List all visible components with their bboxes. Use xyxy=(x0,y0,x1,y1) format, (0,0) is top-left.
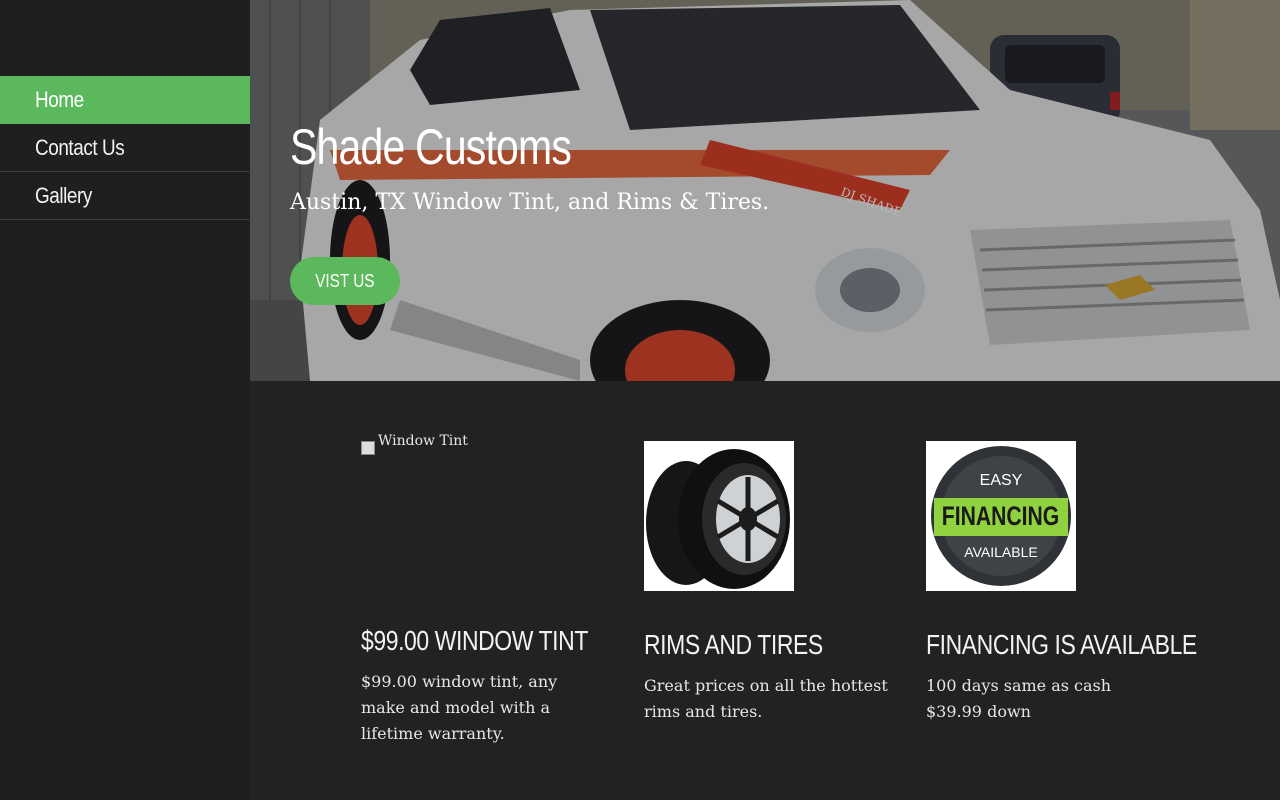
visit-us-button[interactable]: VIST US xyxy=(290,257,400,305)
badge-line-3: AVAILABLE xyxy=(964,544,1037,560)
feature-line: 100 days same as cash xyxy=(926,676,1112,695)
badge-line-1: EASY xyxy=(980,472,1023,489)
feature-line: $39.99 down xyxy=(926,702,1031,721)
feature-description: 100 days same as cash $39.99 down xyxy=(926,673,1171,725)
broken-image-icon xyxy=(361,441,375,455)
feature-rims-and-tires: RIMS AND TIRES Great prices on all the h… xyxy=(644,441,894,725)
feature-title: RIMS AND TIRES xyxy=(644,629,823,660)
sidebar: Home Contact Us Gallery xyxy=(0,0,250,800)
nav-item-label: Gallery xyxy=(35,183,92,208)
feature-description: $99.00 window tint, any make and model w… xyxy=(361,672,558,743)
easy-financing-badge: EASY FINANCING AVAILABLE xyxy=(926,441,1076,591)
nav-item-home[interactable]: Home xyxy=(0,76,250,124)
visit-us-button-label: VIST US xyxy=(315,270,375,291)
feature-description: Great prices on all the hottest rims and… xyxy=(644,676,888,721)
rims-and-tires-image xyxy=(644,441,794,591)
nav-item-gallery[interactable]: Gallery xyxy=(0,172,250,220)
feature-title: $99.00 WINDOW TINT xyxy=(361,625,588,656)
site-tagline: Austin, TX Window Tint, and Rims & Tires… xyxy=(290,190,770,215)
features-section: Window Tint $99.00 WINDOW TINT $99.00 wi… xyxy=(250,381,1280,800)
site-title: Shade Customs xyxy=(290,119,572,175)
feature-financing: EASY FINANCING AVAILABLE FINANCING IS AV… xyxy=(926,441,1197,725)
feature-title: FINANCING IS AVAILABLE xyxy=(926,629,1197,660)
window-tint-image-alt: Window Tint xyxy=(378,433,468,449)
badge-line-2: FINANCING xyxy=(942,502,1059,532)
nav-item-contact-us[interactable]: Contact Us xyxy=(0,124,250,172)
main-nav: Home Contact Us Gallery xyxy=(0,76,250,220)
nav-item-label: Contact Us xyxy=(35,135,125,160)
feature-window-tint: Window Tint $99.00 WINDOW TINT $99.00 wi… xyxy=(361,433,611,747)
nav-item-label: Home xyxy=(35,87,84,112)
hero-banner: DJ SHADE Shade Customs Austin, TX Window… xyxy=(250,0,1280,381)
window-tint-image: Window Tint xyxy=(361,433,511,591)
